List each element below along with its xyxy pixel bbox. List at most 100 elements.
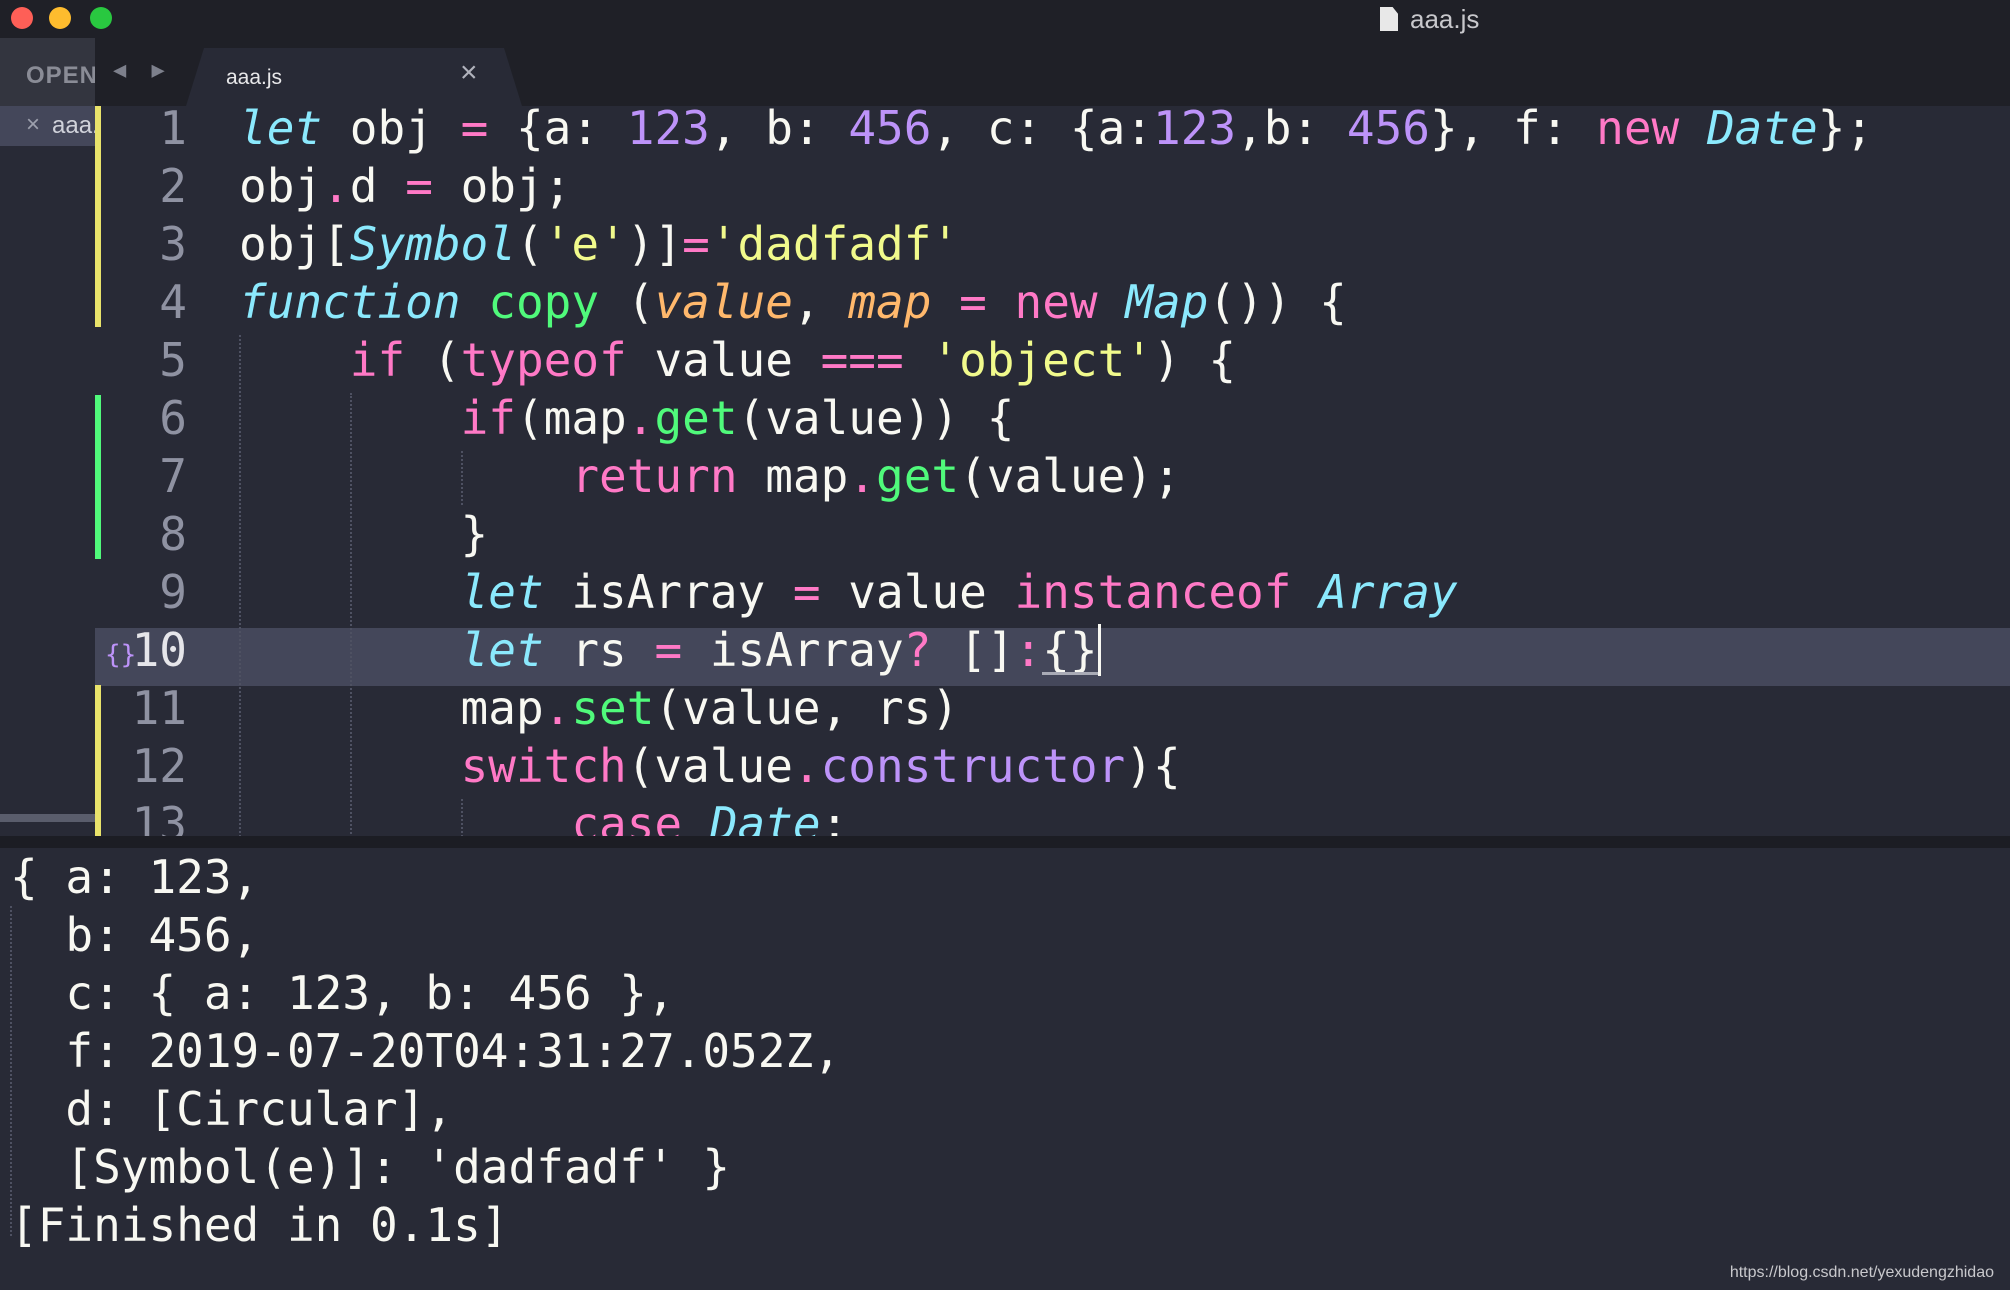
code-token: : — [1014, 623, 1043, 677]
code-token: value — [626, 333, 821, 387]
line-number: 6 — [159, 391, 187, 445]
window-minimize-button[interactable] — [49, 7, 71, 29]
code-line[interactable]: let isArray = value instanceof Array — [239, 563, 1458, 621]
line-number: 3 — [159, 217, 187, 271]
sidebar-item-label: aaa.js — [52, 112, 95, 139]
code-line[interactable]: return map.get(value); — [239, 447, 1180, 505]
output-line: b: 456, — [10, 908, 260, 962]
code-line[interactable]: } — [239, 505, 489, 563]
code-token: obj; — [432, 159, 572, 213]
indent-guide — [460, 451, 463, 505]
open-files-header: OPEN FILES — [0, 38, 95, 106]
code-token: rs — [543, 623, 655, 677]
code-token: ()) { — [1208, 275, 1347, 329]
code-token: (value — [626, 739, 793, 793]
code-token: = — [654, 623, 683, 677]
code-token: ,b: — [1236, 106, 1347, 155]
bracket-match-icon: {} — [105, 640, 137, 670]
code-token: new — [1014, 275, 1098, 329]
code-token: === — [820, 333, 904, 387]
code-editor[interactable]: 1 2 3 4 5 6 7 8 9 10 11 12 13 {} let obj = {a: 123, … — [95, 106, 2010, 836]
code-token: . — [792, 739, 821, 793]
tab-nav-arrows-icon[interactable]: ◀ ▶ — [113, 58, 171, 83]
code-token: get — [876, 449, 960, 503]
indent-guide — [239, 335, 241, 836]
code-line[interactable]: if(map.get(value)) { — [239, 389, 1015, 447]
code-token: )] — [626, 217, 683, 271]
code-token: set — [571, 681, 655, 735]
output-divider[interactable] — [0, 836, 2010, 848]
code-token: typeof — [460, 333, 627, 387]
code-token: function — [239, 275, 461, 329]
code-token: obj — [239, 159, 323, 213]
output-line: [Finished in 0.1s] — [10, 1198, 509, 1252]
code-token: obj — [322, 106, 461, 155]
code-token: . — [543, 681, 572, 735]
code-line[interactable]: obj[Symbol('e')]='dadfadf' — [239, 215, 959, 273]
code-line[interactable]: switch(value.constructor){ — [239, 737, 1181, 795]
build-output-panel[interactable]: https://blog.csdn.net/yexudengzhidao { a… — [0, 848, 2010, 1290]
close-icon[interactable]: × — [26, 111, 40, 139]
code-token: let — [460, 565, 544, 619]
code-line[interactable]: function copy (value, map = new Map()) { — [239, 273, 1347, 331]
code-token: Map — [1125, 275, 1209, 329]
code-token: constructor — [820, 739, 1126, 793]
sidebar-item-aaa-js[interactable]: × aaa.js — [0, 106, 95, 146]
code-token: copy — [488, 275, 600, 329]
code-token: (value, rs) — [654, 681, 960, 735]
code-token: Date — [709, 797, 821, 836]
code-token: {} — [1042, 623, 1098, 677]
code-line[interactable]: let rs = isArray? []:{} — [239, 621, 1098, 679]
window-maximize-button[interactable] — [90, 7, 112, 29]
output-line: d: [Circular], — [10, 1082, 454, 1136]
code-token: ( — [599, 275, 655, 329]
tab-aaa-js[interactable]: aaa.js × — [186, 48, 522, 106]
text-caret — [1097, 624, 1101, 676]
line-number: 2 — [159, 159, 187, 213]
tab-label: aaa.js — [226, 66, 283, 89]
window-title: aaa.js — [1380, 2, 1479, 36]
bracket-match-underline — [1042, 672, 1098, 675]
code-token: 123 — [626, 106, 710, 155]
code-token: Array — [1319, 565, 1458, 619]
indent-guide — [349, 393, 352, 836]
code-line[interactable]: if (typeof value === 'object') { — [239, 331, 1236, 389]
tab-bar: OPEN FILES ◀ ▶ aaa.js × — [0, 38, 2010, 106]
code-token: 456 — [1346, 106, 1430, 155]
code-token: Symbol — [349, 217, 516, 271]
code-token: d — [349, 159, 406, 213]
code-token: ) — [1125, 739, 1153, 793]
code-token: map — [737, 449, 849, 503]
code-line[interactable]: obj.d = obj; — [239, 157, 571, 215]
code-token: (map — [515, 391, 627, 445]
sidebar-scrollbar[interactable] — [0, 814, 95, 822]
tab-close-icon[interactable]: × — [460, 58, 478, 88]
code-token: = — [460, 106, 489, 155]
code-token: . — [848, 449, 876, 503]
code-token: new — [1596, 106, 1680, 155]
code-token: }, f: — [1429, 106, 1597, 155]
code-line[interactable]: map.set(value, rs) — [239, 679, 960, 737]
code-token: . — [322, 159, 350, 213]
window-close-button[interactable] — [11, 7, 33, 29]
code-token: map — [239, 681, 544, 735]
code-token: 123 — [1153, 106, 1237, 155]
line-number: 13 — [131, 797, 187, 836]
window-title-text: aaa.js — [1410, 3, 1480, 34]
code-token: value — [654, 275, 793, 329]
code-token: isArray — [682, 623, 904, 677]
line-number: 7 — [159, 449, 187, 503]
code-line[interactable]: let obj = {a: 123, b: 456, c: {a:123,b: … — [239, 106, 1873, 157]
code-token: obj[ — [239, 217, 350, 271]
code-line[interactable]: case Date: — [239, 795, 848, 836]
code-token: ( — [515, 217, 544, 271]
line-number: 4 — [159, 275, 187, 329]
